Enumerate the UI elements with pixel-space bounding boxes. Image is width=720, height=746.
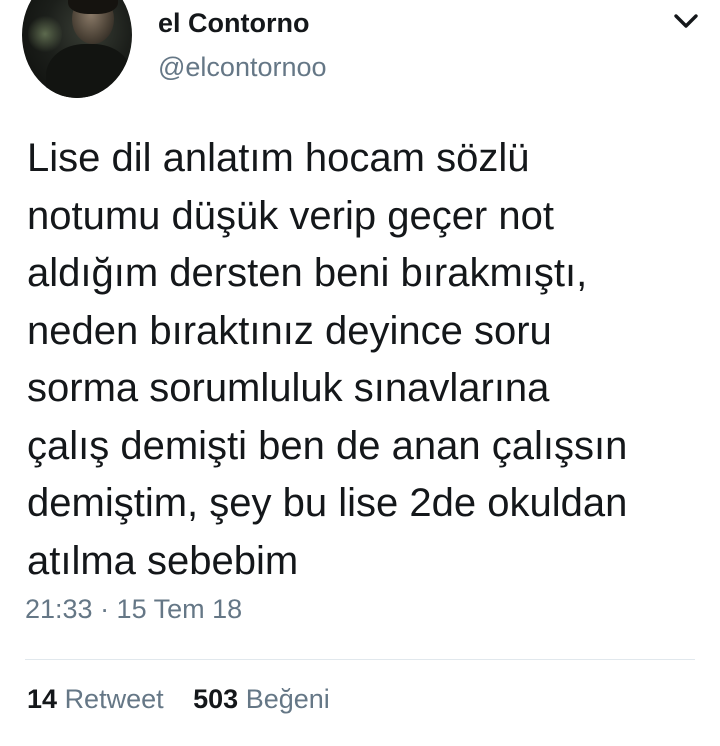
retweet-label: Retweet	[64, 684, 164, 714]
tweet-card: el Contorno @elcontornoo Lise dil anlatı…	[0, 0, 720, 746]
avatar-background-light	[28, 14, 62, 54]
tweet-stats: 14 Retweet 503 Beğeni	[27, 684, 330, 715]
author-handle[interactable]: @elcontornoo	[158, 52, 327, 83]
like-stat[interactable]: 503 Beğeni	[193, 684, 330, 715]
like-label: Beğeni	[245, 684, 330, 714]
avatar[interactable]	[22, 0, 132, 98]
like-count: 503	[193, 684, 239, 714]
retweet-stat[interactable]: 14 Retweet	[27, 684, 164, 715]
chevron-down-icon[interactable]	[672, 10, 700, 32]
retweet-count: 14	[27, 684, 58, 714]
author-display-name[interactable]: el Contorno	[158, 8, 309, 39]
divider	[25, 659, 695, 660]
tweet-timestamp[interactable]: 21:33 · 15 Tem 18	[25, 594, 242, 625]
tweet-text: Lise dil anlatım hocam sözlü notumu düşü…	[27, 136, 628, 583]
avatar-body	[46, 44, 132, 98]
